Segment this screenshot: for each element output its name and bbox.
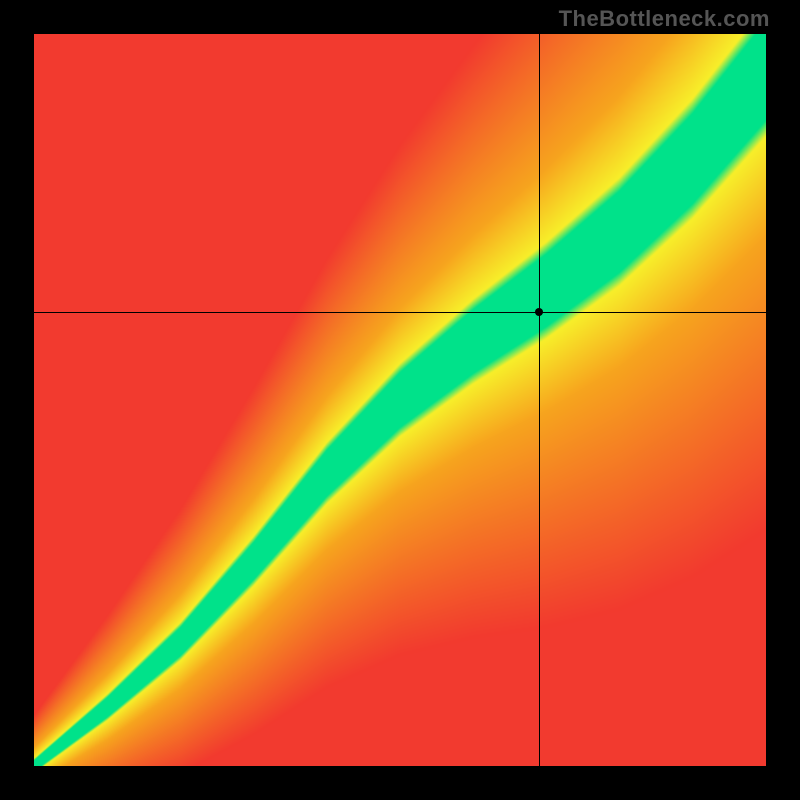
watermark-text: TheBottleneck.com (559, 6, 770, 32)
heatmap-canvas (34, 34, 766, 766)
data-point-marker (535, 308, 543, 316)
crosshair-vertical (539, 34, 540, 766)
chart-container: TheBottleneck.com (0, 0, 800, 800)
plot-area (34, 34, 766, 766)
crosshair-horizontal (34, 312, 766, 313)
